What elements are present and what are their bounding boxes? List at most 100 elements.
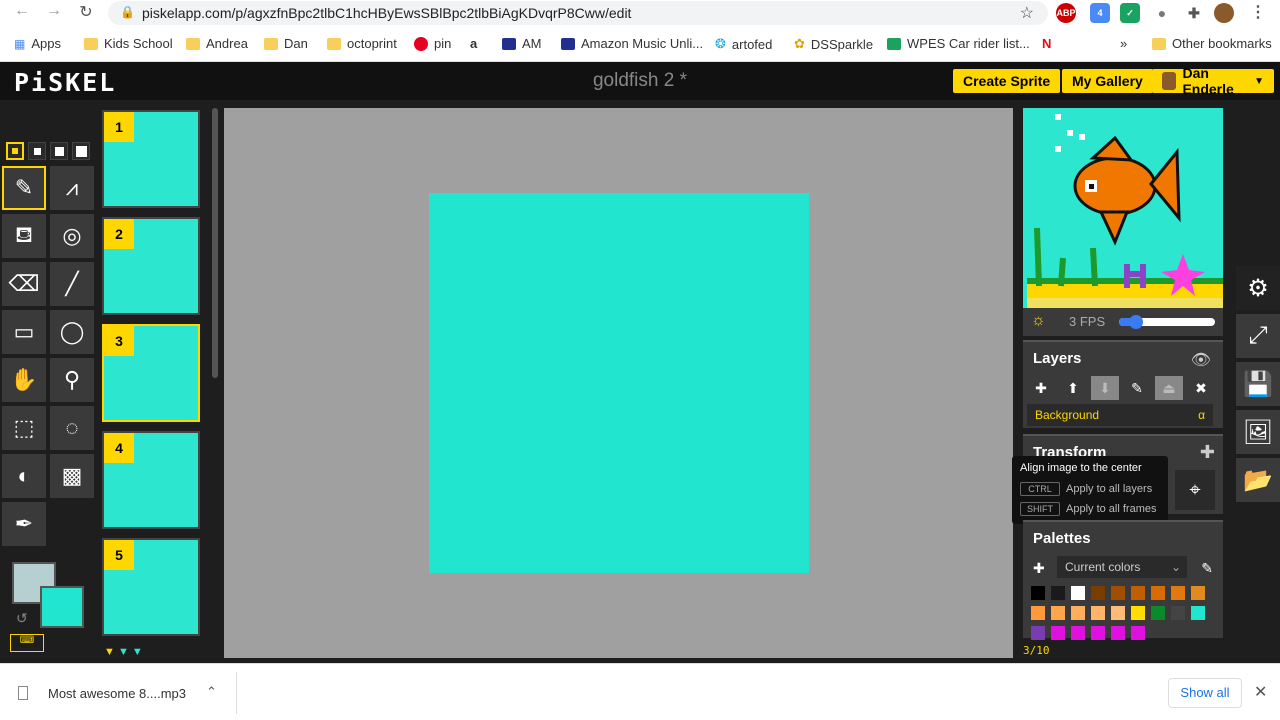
bookmark-pin[interactable]: pin	[414, 36, 451, 51]
palette-swatch[interactable]	[1151, 606, 1165, 620]
drawing-canvas-area[interactable]	[224, 108, 1013, 658]
extension-green-icon[interactable]: ✓	[1120, 3, 1140, 23]
edit-layer-icon[interactable]: ✎	[1123, 376, 1151, 400]
lasso-select-icon[interactable]: ◌	[50, 406, 94, 450]
address-bar[interactable]: 🔒 piskelapp.com/p/agxzfnBpc2tlbC1hcHByEw…	[108, 1, 1048, 25]
palette-swatch[interactable]	[1091, 606, 1105, 620]
chevron-up-icon[interactable]: ⌃	[206, 684, 217, 700]
palette-swatch[interactable]	[1031, 586, 1045, 600]
bookmark-star-icon[interactable]: ☆	[1020, 3, 1034, 23]
extension-pin-icon[interactable]: ●	[1152, 3, 1172, 23]
palette-swatch[interactable]	[1051, 606, 1065, 620]
move-hand-icon[interactable]: ✋	[2, 358, 46, 402]
bookmark-wpes[interactable]: WPES Car rider list...	[887, 36, 1030, 51]
pen-size-3[interactable]	[50, 142, 68, 160]
add-layer-icon[interactable]: ✚	[1027, 376, 1055, 400]
expand-plus-icon[interactable]: ✚	[1200, 442, 1215, 463]
palette-swatch[interactable]	[1091, 626, 1105, 640]
eraser-icon[interactable]: ⌫	[2, 262, 46, 306]
add-palette-icon[interactable]: ✚	[1033, 560, 1045, 577]
bookmark-artofed[interactable]: ❂ artofed	[715, 36, 772, 52]
palette-swatch[interactable]	[1131, 626, 1145, 640]
shape-selection-icon[interactable]: ⚲	[50, 358, 94, 402]
bookmark-am[interactable]: AM	[502, 36, 542, 51]
close-icon[interactable]: ✕	[1254, 682, 1267, 702]
bookmark-amazon-music[interactable]: Amazon Music Unli...	[561, 36, 703, 51]
bookmark-andrea[interactable]: Andrea	[186, 36, 248, 51]
frame-4[interactable]: 4	[102, 431, 200, 529]
frames-scrollbar[interactable]	[212, 108, 218, 378]
frame-5[interactable]: 5	[102, 538, 200, 636]
palette-select[interactable]: Current colors ⌄	[1057, 556, 1187, 578]
fps-slider[interactable]	[1119, 315, 1215, 329]
pen-size-4[interactable]	[72, 142, 90, 160]
eye-icon[interactable]: 👁	[1191, 350, 1211, 370]
palette-swatch[interactable]	[1031, 606, 1045, 620]
palette-swatch[interactable]	[1051, 586, 1065, 600]
bookmark-amazon[interactable]: a	[470, 36, 477, 51]
bookmark-netflix[interactable]: N	[1042, 36, 1051, 51]
palette-swatch[interactable]	[1091, 586, 1105, 600]
vertical-mirror-pen-icon[interactable]: ⩘	[50, 166, 94, 210]
create-sprite-button[interactable]: Create Sprite	[953, 69, 1061, 93]
menu-kebab-icon[interactable]: ⋮	[1248, 3, 1268, 23]
palette-swatch[interactable]	[1111, 626, 1125, 640]
swap-colors-icon[interactable]: ↺	[16, 610, 28, 627]
delete-layer-icon[interactable]: ✖	[1187, 376, 1215, 400]
bookmark-dan[interactable]: Dan	[264, 36, 308, 51]
pen-size-1[interactable]	[6, 142, 24, 160]
bookmark-dssparkle[interactable]: ✿ DSSparkle	[794, 36, 873, 52]
palette-swatch[interactable]	[1191, 606, 1205, 620]
resize-icon[interactable]: ⤢	[1236, 314, 1280, 358]
fps-slider-thumb[interactable]	[1129, 315, 1143, 329]
frame-2[interactable]: 2	[102, 217, 200, 315]
move-layer-up-icon[interactable]: ⬆	[1059, 376, 1087, 400]
forward-button[interactable]: →	[38, 2, 70, 20]
palette-swatch[interactable]	[1031, 626, 1045, 640]
bookmark-kids-school[interactable]: Kids School	[84, 36, 173, 51]
palette-swatch[interactable]	[1131, 606, 1145, 620]
onion-skin-icon[interactable]: ☼	[1031, 312, 1046, 330]
color-picker-icon[interactable]: ✒	[2, 502, 46, 546]
palette-swatch[interactable]	[1171, 606, 1185, 620]
palette-swatch[interactable]	[1111, 606, 1125, 620]
rectangle-select-icon[interactable]: ⬚	[2, 406, 46, 450]
rectangle-icon[interactable]: ▭	[2, 310, 46, 354]
pen-size-2[interactable]	[28, 142, 46, 160]
palette-swatch[interactable]	[1131, 586, 1145, 600]
my-gallery-button[interactable]: My Gallery	[1062, 69, 1153, 93]
keyboard-shortcuts-icon[interactable]: ⌨	[10, 634, 44, 652]
align-center-icon[interactable]: ⌖	[1175, 470, 1215, 510]
stroke-icon[interactable]: ╱	[50, 262, 94, 306]
palette-swatch[interactable]	[1191, 586, 1205, 600]
move-layer-down-icon[interactable]: ⬇	[1091, 376, 1119, 400]
settings-gear-icon[interactable]: ⚙	[1236, 266, 1280, 310]
layer-item-background[interactable]: Background α	[1027, 404, 1213, 426]
bookmarks-overflow[interactable]: »	[1120, 36, 1127, 51]
user-menu-button[interactable]: Dan Enderle ▼	[1152, 65, 1274, 97]
reload-button[interactable]: ↻	[70, 2, 102, 22]
adblock-icon[interactable]: ABP	[1056, 3, 1076, 23]
secondary-color[interactable]	[40, 586, 84, 628]
extension-icon[interactable]: 4	[1090, 3, 1110, 23]
palette-swatch[interactable]	[1171, 586, 1185, 600]
palette-swatch[interactable]	[1071, 626, 1085, 640]
frame-3[interactable]: 3	[102, 324, 200, 422]
profile-avatar[interactable]	[1214, 3, 1234, 23]
paint-all-same-color-icon[interactable]: ◎	[50, 214, 94, 258]
bookmark-other[interactable]: Other bookmarks	[1152, 36, 1272, 51]
paint-bucket-icon[interactable]: ⛾	[2, 214, 46, 258]
show-all-button[interactable]: Show all	[1168, 678, 1242, 708]
bookmark-octoprint[interactable]: octoprint	[327, 36, 397, 51]
save-icon[interactable]: 💾	[1236, 362, 1280, 406]
frame-1[interactable]: 1	[102, 110, 200, 208]
palette-swatch[interactable]	[1071, 586, 1085, 600]
download-file[interactable]: Most awesome 8....mp3	[48, 686, 186, 701]
layer-alpha[interactable]: α	[1198, 408, 1205, 422]
palette-swatch[interactable]	[1071, 606, 1085, 620]
piskel-logo[interactable]: PiSKEL	[14, 68, 116, 97]
palette-swatch[interactable]	[1051, 626, 1065, 640]
lighten-icon[interactable]: ◐	[2, 454, 46, 498]
merge-layer-icon[interactable]: ⏏	[1155, 376, 1183, 400]
edit-palette-icon[interactable]: ✎	[1201, 560, 1213, 577]
